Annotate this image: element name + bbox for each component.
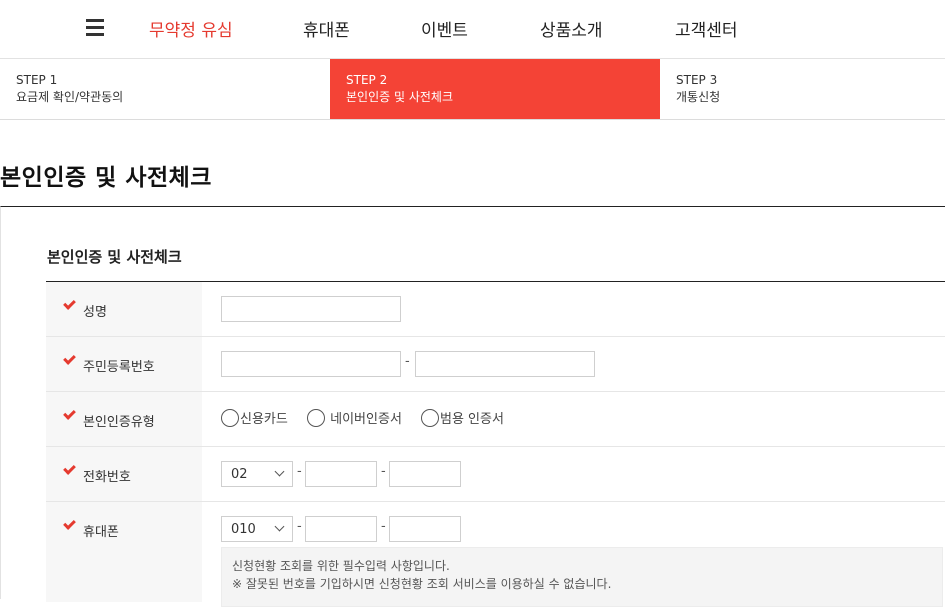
step-3: STEP 3 개통신청 bbox=[660, 59, 945, 119]
nav-item-support[interactable]: 고객센터 bbox=[675, 16, 738, 41]
mobile-prefix-select[interactable]: 010 bbox=[221, 516, 293, 542]
required-check-icon bbox=[63, 297, 76, 310]
radio-circle-icon[interactable] bbox=[307, 409, 325, 427]
nav-item-phone[interactable]: 휴대폰 bbox=[303, 16, 350, 41]
rrn-separator: - bbox=[405, 354, 410, 369]
row-header: 주민등록번호 bbox=[46, 337, 202, 391]
form-row-name: 성명 bbox=[46, 282, 945, 337]
name-input[interactable] bbox=[221, 296, 401, 322]
phone-prefix-select[interactable]: 02 bbox=[221, 461, 293, 487]
step-label: 개통신청 bbox=[676, 90, 721, 104]
phone-separator: - bbox=[381, 464, 386, 479]
required-check-icon bbox=[63, 517, 76, 530]
step-1: STEP 1 요금제 확인/약관동의 bbox=[0, 59, 330, 119]
page-title: 본인인증 및 사전체크 bbox=[0, 165, 212, 191]
section-title: 본인인증 및 사전체크 bbox=[47, 248, 182, 266]
rrn-front-input[interactable] bbox=[221, 351, 401, 377]
radio-label: 네이버인증서 bbox=[330, 412, 402, 427]
auth-type-label: 본인인증유형 bbox=[83, 415, 155, 430]
step-label: 본인인증 및 사전체크 bbox=[346, 90, 453, 104]
name-label: 성명 bbox=[83, 305, 107, 320]
radio-circle-icon[interactable] bbox=[221, 409, 239, 427]
step-indicator: STEP 1 요금제 확인/약관동의 STEP 2 본인인증 및 사전체크 ST… bbox=[0, 59, 945, 120]
menu-icon[interactable] bbox=[86, 19, 104, 36]
mobile-separator: - bbox=[297, 519, 302, 534]
phone-separator: - bbox=[297, 464, 302, 479]
phone-middle-input[interactable] bbox=[305, 461, 377, 487]
rrn-back-input[interactable] bbox=[415, 351, 595, 377]
row-header: 전화번호 bbox=[46, 447, 202, 501]
nav-item-usim[interactable]: 무약정 유심 bbox=[149, 16, 233, 41]
step-number: STEP 1 bbox=[16, 73, 58, 87]
nav-item-event[interactable]: 이벤트 bbox=[421, 16, 468, 41]
mobile-notice: 신청현황 조회를 위한 필수입력 사항입니다. ※ 잘못된 번호를 기입하시면 … bbox=[221, 547, 943, 607]
rrn-label: 주민등록번호 bbox=[83, 360, 155, 375]
radio-label: 범용 인증서 bbox=[440, 412, 504, 427]
required-check-icon bbox=[63, 462, 76, 475]
required-check-icon bbox=[63, 352, 76, 365]
mobile-last-input[interactable] bbox=[389, 516, 461, 542]
chevron-down-icon bbox=[274, 521, 285, 532]
phone-last-input[interactable] bbox=[389, 461, 461, 487]
mobile-label: 휴대폰 bbox=[83, 525, 119, 540]
form-row-rrn: 주민등록번호 - bbox=[46, 337, 945, 392]
notice-line: 신청현황 조회를 위한 필수입력 사항입니다. bbox=[232, 559, 450, 573]
row-header: 본인인증유형 bbox=[46, 392, 202, 446]
form-row-auth-type: 본인인증유형 신용카드 네이버인증서 범용 인증서 bbox=[46, 392, 945, 447]
form-row-phone: 전화번호 02 - - bbox=[46, 447, 945, 502]
radio-circle-icon[interactable] bbox=[421, 409, 439, 427]
step-number: STEP 2 bbox=[346, 73, 388, 87]
auth-radio-naver[interactable]: 네이버인증서 bbox=[307, 408, 402, 427]
row-header: 휴대폰 bbox=[46, 502, 202, 602]
identity-form: 성명 주민등록번호 - 본인인증유형 신용카드 네이버인증서 범용 인증서 전화… bbox=[46, 281, 945, 602]
phone-label: 전화번호 bbox=[83, 470, 131, 485]
step-2: STEP 2 본인인증 및 사전체크 bbox=[330, 59, 660, 119]
auth-radio-universal-cert[interactable]: 범용 인증서 bbox=[421, 408, 504, 427]
mobile-separator: - bbox=[381, 519, 386, 534]
auth-radio-credit-card[interactable]: 신용카드 bbox=[221, 408, 288, 427]
step-label: 요금제 확인/약관동의 bbox=[16, 90, 124, 104]
step-number: STEP 3 bbox=[676, 73, 718, 87]
mobile-middle-input[interactable] bbox=[305, 516, 377, 542]
mobile-prefix-value: 010 bbox=[231, 522, 256, 537]
nav-item-products[interactable]: 상품소개 bbox=[540, 16, 603, 41]
phone-prefix-value: 02 bbox=[231, 467, 248, 482]
radio-label: 신용카드 bbox=[240, 412, 288, 427]
required-check-icon bbox=[63, 407, 76, 420]
notice-line: ※ 잘못된 번호를 기입하시면 신청현황 조회 서비스를 이용하실 수 없습니다… bbox=[232, 577, 612, 591]
chevron-down-icon bbox=[274, 466, 285, 477]
top-navigation: 무약정 유심 휴대폰 이벤트 상품소개 고객센터 bbox=[0, 0, 945, 59]
row-header: 성명 bbox=[46, 282, 202, 336]
